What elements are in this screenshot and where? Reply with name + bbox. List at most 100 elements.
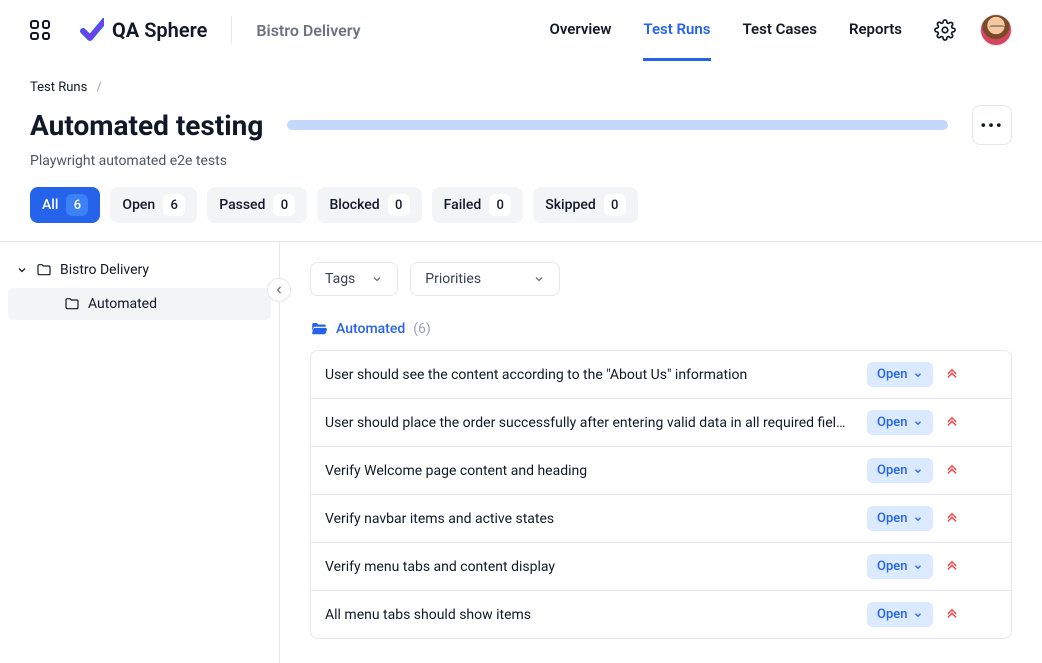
status-label: Open: [877, 367, 907, 382]
filter-failed[interactable]: Failed 0: [432, 187, 524, 223]
filter-count: 6: [66, 194, 88, 216]
folder-header[interactable]: Automated (6): [310, 320, 1012, 338]
chevron-down-icon: [371, 273, 383, 285]
chevron-down-icon: [533, 273, 545, 285]
breadcrumb-sep: /: [97, 80, 102, 95]
app-logo[interactable]: QA Sphere: [80, 18, 207, 42]
collapse-sidebar-button[interactable]: [267, 278, 291, 302]
test-case-row[interactable]: Verify Welcome page content and heading …: [311, 447, 1011, 495]
breadcrumb-root[interactable]: Test Runs: [30, 80, 87, 95]
sidebar-item-automated[interactable]: Automated: [8, 288, 271, 320]
filter-count: 6: [163, 194, 185, 216]
test-case-title: Verify navbar items and active states: [325, 511, 855, 527]
status-filters: All 6 Open 6 Passed 0 Blocked 0 Failed 0…: [0, 187, 1042, 241]
test-case-row[interactable]: User should place the order successfully…: [311, 399, 1011, 447]
apps-icon[interactable]: [30, 20, 50, 40]
tab-test-cases[interactable]: Test Cases: [743, 1, 817, 61]
priorities-select[interactable]: Priorities: [410, 262, 560, 296]
select-label: Priorities: [425, 271, 481, 287]
project-name[interactable]: Bistro Delivery: [256, 21, 360, 40]
chevron-down-icon: [913, 466, 923, 476]
logo-text-sphere: Sphere: [144, 18, 207, 42]
filter-label: Open: [122, 197, 155, 213]
status-button[interactable]: Open: [867, 602, 933, 627]
priority-high-icon[interactable]: [945, 608, 959, 622]
sidebar-item-label: Automated: [88, 296, 157, 312]
status-button[interactable]: Open: [867, 554, 933, 579]
status-label: Open: [877, 607, 907, 622]
filter-label: Passed: [219, 197, 265, 213]
status-button[interactable]: Open: [867, 362, 933, 387]
page-title: Automated testing: [30, 109, 263, 142]
sidebar-item-project[interactable]: Bistro Delivery: [0, 254, 279, 286]
folder-open-icon: [310, 320, 328, 338]
priority-high-icon[interactable]: [945, 368, 959, 382]
logo-text-qa: QA: [112, 18, 139, 42]
sidebar: Bistro Delivery Automated: [0, 242, 280, 663]
filter-count: 0: [273, 194, 295, 216]
test-case-title: User should place the order successfully…: [325, 415, 855, 431]
filter-label: Failed: [444, 197, 482, 213]
filter-count: 0: [388, 194, 410, 216]
test-case-title: Verify Welcome page content and heading: [325, 463, 855, 479]
test-case-row[interactable]: User should see the content according to…: [311, 351, 1011, 399]
avatar[interactable]: [980, 14, 1012, 46]
content-filters: Tags Priorities: [310, 262, 1012, 296]
tab-test-runs[interactable]: Test Runs: [643, 1, 710, 61]
filter-count: 0: [604, 194, 626, 216]
progress-bar: [287, 120, 948, 130]
chevron-down-icon: [913, 562, 923, 572]
chevron-down-icon: [913, 610, 923, 620]
panes: Bistro Delivery Automated Tags Prioritie…: [0, 242, 1042, 663]
filter-blocked[interactable]: Blocked 0: [317, 187, 421, 223]
folder-icon: [36, 262, 52, 278]
filter-label: All: [42, 197, 58, 213]
filter-all[interactable]: All 6: [30, 187, 100, 223]
chevron-down-icon: [16, 264, 28, 276]
logo-icon: [80, 18, 104, 42]
test-case-list: User should see the content according to…: [310, 350, 1012, 639]
tags-select[interactable]: Tags: [310, 262, 398, 296]
test-case-row[interactable]: Verify menu tabs and content display Ope…: [311, 543, 1011, 591]
filter-label: Blocked: [329, 197, 379, 213]
status-button[interactable]: Open: [867, 458, 933, 483]
folder-count: (6): [413, 321, 431, 337]
priority-high-icon[interactable]: [945, 560, 959, 574]
page-subtitle: Playwright automated e2e tests: [30, 153, 1012, 169]
status-button[interactable]: Open: [867, 506, 933, 531]
select-label: Tags: [325, 271, 355, 287]
status-label: Open: [877, 511, 907, 526]
header-block: Test Runs / Automated testing ••• Playwr…: [0, 60, 1042, 187]
test-case-title: User should see the content according to…: [325, 367, 855, 383]
folder-icon: [64, 296, 80, 312]
filter-count: 0: [489, 194, 511, 216]
tab-reports[interactable]: Reports: [849, 1, 902, 61]
divider: [231, 16, 232, 44]
priority-high-icon[interactable]: [945, 464, 959, 478]
chevron-left-icon: [273, 284, 285, 296]
status-label: Open: [877, 463, 907, 478]
gear-icon[interactable]: [934, 19, 956, 41]
chevron-down-icon: [913, 514, 923, 524]
status-label: Open: [877, 559, 907, 574]
content: Tags Priorities Automated (6) User shoul…: [280, 242, 1042, 663]
nav-tabs: Overview Test Runs Test Cases Reports: [550, 0, 903, 60]
test-case-row[interactable]: Verify navbar items and active states Op…: [311, 495, 1011, 543]
filter-open[interactable]: Open 6: [110, 187, 197, 223]
filter-skipped[interactable]: Skipped 0: [533, 187, 637, 223]
filter-label: Skipped: [545, 197, 595, 213]
test-case-title: Verify menu tabs and content display: [325, 559, 855, 575]
priority-high-icon[interactable]: [945, 512, 959, 526]
test-case-title: All menu tabs should show items: [325, 607, 855, 623]
more-button[interactable]: •••: [972, 105, 1012, 145]
status-label: Open: [877, 415, 907, 430]
breadcrumb: Test Runs /: [30, 80, 1012, 95]
tab-overview[interactable]: Overview: [550, 1, 612, 61]
chevron-down-icon: [913, 418, 923, 428]
chevron-down-icon: [913, 370, 923, 380]
top-nav: QA Sphere Bistro Delivery Overview Test …: [0, 0, 1042, 60]
status-button[interactable]: Open: [867, 410, 933, 435]
priority-high-icon[interactable]: [945, 416, 959, 430]
folder-label: Automated: [336, 321, 405, 337]
filter-passed[interactable]: Passed 0: [207, 187, 307, 223]
